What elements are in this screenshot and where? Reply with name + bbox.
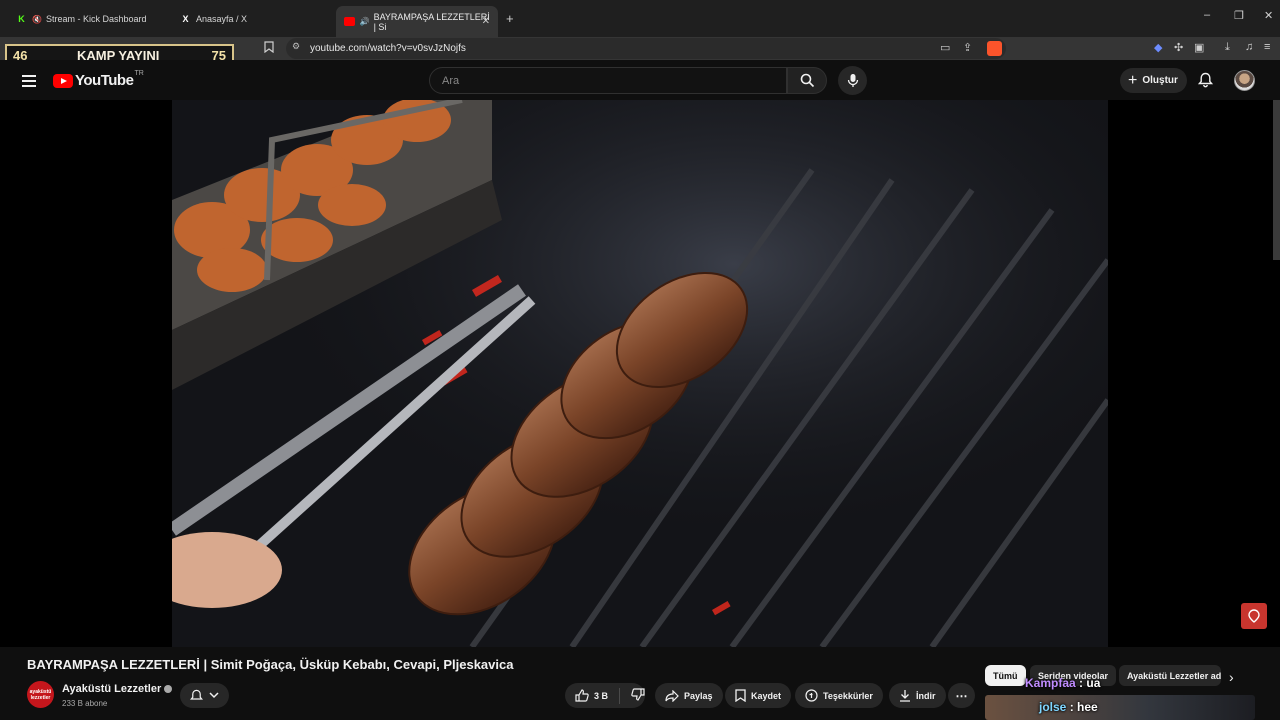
thanks-button[interactable]: Teşekkürler xyxy=(795,683,883,708)
account-avatar[interactable] xyxy=(1234,70,1255,91)
subscription-notification-button[interactable] xyxy=(180,683,229,708)
chip-channel[interactable]: Ayaküstü Lezzetler ad xyxy=(1119,665,1221,686)
logo-text: YouTube xyxy=(75,72,134,89)
chevron-right-icon[interactable]: › xyxy=(1229,669,1234,685)
page-scrollbar[interactable] xyxy=(1273,100,1280,260)
country-code: TR xyxy=(134,70,144,77)
notifications-icon[interactable] xyxy=(1197,72,1214,93)
search-icon xyxy=(800,73,814,88)
chip-all[interactable]: Tümü xyxy=(985,665,1026,686)
bell-icon xyxy=(190,689,203,700)
youtube-play-icon xyxy=(53,73,73,88)
search-input[interactable]: Ara xyxy=(429,67,787,94)
extensions-puzzle-icon[interactable]: ✣ xyxy=(1174,41,1183,54)
menu-icon[interactable]: ≡ xyxy=(1264,41,1270,53)
url-field[interactable]: ⚙ youtube.com/watch?v=v0svJzNojfs xyxy=(286,38,1006,59)
download-label: İndir xyxy=(916,690,936,701)
thumbs-down-icon xyxy=(631,688,645,701)
dislike-button[interactable] xyxy=(631,688,645,703)
video-thumbnail-image xyxy=(172,100,1108,647)
new-tab-button[interactable]: + xyxy=(506,11,514,26)
tab-youtube-video[interactable]: 🔊 BAYRAMPAŞA LEZZETLERİ | Si ✕ xyxy=(336,6,498,37)
media-icon[interactable]: ♫ xyxy=(1245,41,1253,53)
create-label: Oluştur xyxy=(1142,75,1178,86)
super-thanks-icon xyxy=(805,689,818,702)
youtube-icon xyxy=(344,17,355,26)
tab-label: BAYRAMPAŞA LEZZETLERİ | Si xyxy=(373,11,490,32)
save-button[interactable]: Kaydet xyxy=(725,683,792,708)
like-dislike-group: 3 B xyxy=(565,683,645,708)
download-button[interactable]: İndir xyxy=(889,683,946,708)
tab-label: Anasayfa / X xyxy=(196,14,248,24)
url-text: youtube.com/watch?v=v0svJzNojfs xyxy=(310,43,466,54)
chip-label: Tümü xyxy=(993,670,1018,681)
site-info-icon[interactable]: ⚙ xyxy=(292,41,300,52)
close-window-icon[interactable]: ✕ xyxy=(1264,9,1273,22)
search-placeholder: Ara xyxy=(442,74,460,87)
chat-text: hee xyxy=(1077,700,1098,714)
channel-avatar[interactable]: ayaküstü lezzetler xyxy=(27,681,54,708)
share-label: Paylaş xyxy=(684,690,713,701)
share-page-icon[interactable]: ⇪ xyxy=(963,41,972,54)
more-actions-button[interactable]: ⋯ xyxy=(948,683,975,708)
close-tab-icon[interactable]: ✕ xyxy=(482,16,490,27)
voice-search-button[interactable] xyxy=(838,66,867,95)
sidebar-icon[interactable]: ▣ xyxy=(1194,41,1204,54)
muted-speaker-icon: 🔇 xyxy=(32,14,42,24)
download-icon xyxy=(900,690,910,702)
like-button[interactable]: 3 B xyxy=(575,689,608,702)
minimize-icon[interactable]: – xyxy=(1204,9,1210,21)
share-icon xyxy=(665,689,679,702)
browser-tab-strip: K 🔇 Stream - Kick Dashboard X Anasayfa /… xyxy=(0,0,1280,37)
microphone-icon xyxy=(847,74,858,87)
brave-shield-icon[interactable] xyxy=(987,41,1002,56)
more-horizontal-icon: ⋯ xyxy=(955,688,968,703)
tab-x-home[interactable]: X Anasayfa / X xyxy=(172,6,332,32)
chat-username: jolse xyxy=(1039,700,1067,714)
video-title: BAYRAMPAŞA LEZZETLERİ | Simit Poğaça, Üs… xyxy=(27,657,514,672)
like-count: 3 B xyxy=(594,690,609,701)
extension-badge-icon[interactable] xyxy=(1241,603,1267,629)
downloads-icon[interactable]: ⤓ xyxy=(1225,41,1230,54)
tab-label: Stream - Kick Dashboard xyxy=(45,14,147,24)
chip-label: Ayaküstü Lezzetler ad xyxy=(1127,670,1221,681)
video-frame[interactable] xyxy=(172,100,1108,647)
verified-icon xyxy=(164,685,173,694)
tab-kick-dashboard[interactable]: K 🔇 Stream - Kick Dashboard xyxy=(8,6,168,32)
extension-shield-icon[interactable]: ◆ xyxy=(1154,41,1162,54)
speaker-icon: 🔊 xyxy=(359,17,370,26)
video-player[interactable] xyxy=(0,100,1280,647)
chip-series-videos[interactable]: Seriden videolar xyxy=(1030,665,1117,686)
guide-menu-icon[interactable] xyxy=(22,75,36,90)
thanks-label: Teşekkürler xyxy=(823,690,873,701)
youtube-header: YouTube TR Ara + Oluştur xyxy=(0,60,1280,100)
youtube-logo[interactable]: YouTube TR xyxy=(53,70,144,89)
chat-background-thumbnail xyxy=(985,695,1255,720)
search-button[interactable] xyxy=(787,67,827,94)
subscriber-count: 233 B abone xyxy=(62,699,108,708)
channel-name: Ayaküstü Lezzetler xyxy=(62,683,162,695)
chat-message: jolse : hee xyxy=(1039,700,1098,714)
plus-icon: + xyxy=(1128,71,1138,89)
kick-icon: K xyxy=(18,14,25,24)
like-divider xyxy=(619,687,620,704)
save-label: Kaydet xyxy=(751,690,782,701)
x-icon: X xyxy=(182,14,189,24)
create-button[interactable]: + Oluştur xyxy=(1120,68,1187,93)
cast-icon[interactable]: ▭ xyxy=(940,41,950,54)
bookmark-icon[interactable] xyxy=(264,41,274,56)
share-button[interactable]: Paylaş xyxy=(655,683,723,708)
channel-avatar-text: ayaküstü lezzetler xyxy=(29,688,52,701)
channel-name-link[interactable]: Ayaküstü Lezzetler xyxy=(62,683,173,695)
restore-icon[interactable]: ❐ xyxy=(1234,9,1244,22)
chip-label: Seriden videolar xyxy=(1038,670,1109,681)
thumbs-up-icon xyxy=(575,689,589,702)
chevron-down-icon xyxy=(209,692,219,699)
save-playlist-icon xyxy=(735,689,746,702)
